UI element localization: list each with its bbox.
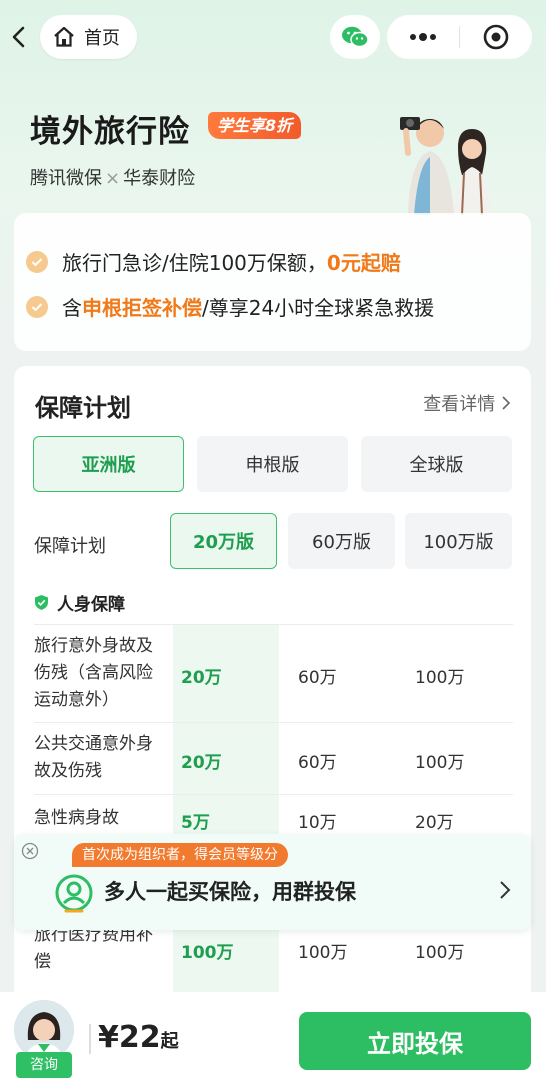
student-discount-badge: 学生享8折 [208, 112, 302, 139]
close-mini-program-button[interactable] [460, 23, 532, 51]
coverage-value: 100万 [415, 753, 465, 773]
benefit-row: 含申根拒签补偿/尊享24小时全球紧急救援 [26, 292, 434, 321]
table-row: 公共交通意外身故及伤残 20万 60万 100万 [34, 722, 513, 794]
price-divider [89, 1024, 91, 1054]
group-purchase-text: 多人一起买保险，用群投保 [104, 880, 356, 904]
version-tab-asia[interactable]: 亚洲版 [33, 436, 184, 492]
shield-check-icon [35, 595, 48, 610]
buy-now-button[interactable]: 立即投保 [299, 1012, 531, 1070]
coverage-name: 旅行医疗费用补偿 [34, 925, 153, 972]
bottom-action-bar: 咨询 ¥22起 立即投保 [0, 992, 546, 1091]
coverage-value: 60万 [298, 668, 337, 688]
coverage-value: 100万 [415, 668, 465, 688]
benefit-card: 旅行门急诊/住院100万保额， 0元起赔 含申根拒签补偿/尊享24小时全球紧急救援 [14, 213, 531, 351]
close-banner-icon[interactable] [21, 842, 39, 860]
advisor-avatar[interactable] [14, 1000, 74, 1060]
group-people-icon [55, 874, 93, 913]
view-details-link[interactable]: 查看详情 [423, 390, 511, 416]
chevron-right-icon [500, 881, 511, 899]
wechat-share-button[interactable] [330, 15, 380, 59]
price-display: ¥22起 [98, 1020, 179, 1055]
version-tab-schengen[interactable]: 申根版 [197, 436, 348, 492]
partner-separator: × [105, 168, 121, 189]
benefit-text: 旅行门急诊/住院100万保额， [62, 251, 327, 275]
top-nav: 首页 [0, 12, 546, 62]
tier-option-60w[interactable]: 60万版 [288, 513, 395, 569]
back-arrow-icon[interactable] [8, 22, 30, 52]
section-title: 人身保障 [34, 590, 125, 615]
check-circle-icon [26, 295, 48, 318]
partner-tencent: 腾讯微保 [30, 168, 102, 189]
advisor-avatar-image [14, 1000, 74, 1060]
coverage-value: 20万 [181, 753, 222, 773]
coverage-value: 5万 [181, 813, 210, 833]
group-purchase-banner[interactable]: 首次成为组织者，得会员等级分 多人一起买保险，用群投保 [14, 834, 531, 930]
coverage-value: 10万 [298, 813, 337, 833]
coverage-value: 20万 [415, 813, 454, 833]
tier-option-20w[interactable]: 20万版 [170, 513, 277, 569]
table-row: 旅行意外身故及伤残（含高风险运动意外） 20万 60万 100万 [34, 624, 513, 722]
benefit-highlight: 0元起赔 [326, 251, 401, 275]
price-unit: 起 [160, 1031, 179, 1052]
product-title: 境外旅行险 [30, 114, 190, 150]
more-dots-icon [410, 33, 436, 41]
coverage-value: 100万 [298, 943, 348, 963]
partner-huatai: 华泰财险 [123, 168, 196, 189]
coverage-value: 20万 [181, 668, 222, 688]
benefit-highlight: 申根拒签补偿 [82, 296, 202, 320]
organizer-reward-tag: 首次成为组织者，得会员等级分 [72, 843, 288, 867]
benefit-row: 旅行门急诊/住院100万保额， 0元起赔 [26, 247, 401, 276]
consult-button[interactable]: 咨询 [16, 1052, 72, 1078]
home-label: 首页 [84, 28, 120, 49]
price-amount: ¥22 [98, 1020, 161, 1055]
chevron-right-icon [502, 396, 511, 410]
view-details-label: 查看详情 [423, 394, 496, 415]
mini-program-capsule [387, 15, 532, 59]
section-title-label: 人身保障 [57, 595, 125, 615]
coverage-name: 旅行意外身故及伤残（含高风险运动意外） [34, 636, 153, 710]
plan-title: 保障计划 [35, 394, 131, 422]
coverage-value: 100万 [415, 943, 465, 963]
coverage-name: 急性病身故 [34, 808, 119, 828]
benefit-text: /尊享24小时全球紧急救援 [202, 296, 435, 320]
home-button[interactable]: 首页 [40, 15, 137, 59]
tier-label: 保障计划 [34, 536, 106, 557]
tier-option-100w[interactable]: 100万版 [405, 513, 512, 569]
target-close-icon [483, 24, 509, 50]
benefit-text: 含 [62, 296, 82, 320]
check-circle-icon [26, 250, 48, 273]
partners-line: 腾讯微保 × 华泰财险 [30, 164, 195, 190]
wechat-icon [342, 26, 369, 48]
home-icon [54, 26, 74, 47]
coverage-value: 100万 [181, 943, 234, 963]
coverage-name: 公共交通意外身故及伤残 [34, 734, 153, 781]
version-tab-global[interactable]: 全球版 [361, 436, 512, 492]
more-button[interactable] [387, 32, 459, 42]
travelers-illustration [400, 117, 492, 215]
coverage-value: 60万 [298, 753, 337, 773]
